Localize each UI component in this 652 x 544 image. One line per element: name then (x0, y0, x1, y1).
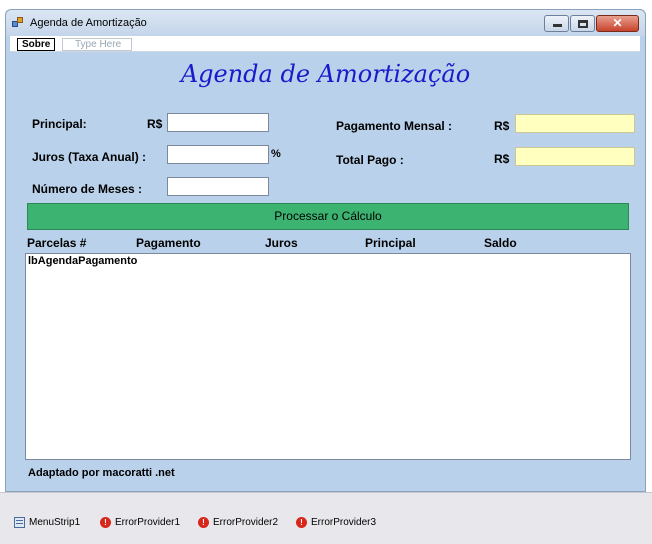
form-window[interactable]: Agenda de Amortização ✕ Sobre Type Here … (5, 9, 646, 492)
pagamento-label: Pagamento Mensal : (336, 119, 453, 133)
credit-label: Adaptado por macoratti .net (28, 467, 175, 479)
principal-label: Principal: (32, 117, 87, 131)
page-title: Agenda de Amortização (180, 60, 471, 88)
total-output (515, 147, 635, 166)
window-controls: ✕ (543, 15, 639, 32)
designer-surface: Agenda de Amortização ✕ Sobre Type Here … (0, 0, 652, 492)
meses-input[interactable] (167, 177, 269, 196)
error-icon: ! (198, 517, 209, 528)
window-title: Agenda de Amortização (30, 17, 147, 29)
title-bar[interactable]: Agenda de Amortização ✕ (6, 10, 645, 36)
menu-item-sobre[interactable]: Sobre (17, 38, 56, 51)
column-header-pagamento: Pagamento (136, 236, 201, 250)
minimize-button[interactable] (544, 15, 569, 32)
error-icon: ! (296, 517, 307, 528)
process-button[interactable]: Processar o Cálculo (27, 203, 629, 230)
meses-label: Número de Meses : (32, 182, 143, 196)
menu-strip: Sobre Type Here (10, 36, 640, 52)
app-icon (12, 17, 24, 29)
tray-item-label: ErrorProvider3 (311, 517, 377, 528)
close-icon: ✕ (612, 16, 623, 30)
juros-label: Juros (Taxa Anual) : (32, 150, 147, 164)
column-header-saldo: Saldo (484, 236, 517, 250)
pagamento-currency: R$ (494, 119, 510, 133)
tray-item-label: ErrorProvider1 (115, 517, 181, 528)
tray-item-errorprovider1[interactable]: ! ErrorProvider1 (100, 517, 180, 528)
tray-item-label: ErrorProvider2 (213, 517, 279, 528)
maximize-button[interactable] (570, 15, 595, 32)
schedule-listbox[interactable]: lbAgendaPagamento (25, 253, 631, 460)
tray-item-menustrip[interactable]: MenuStrip1 (14, 517, 80, 528)
juros-input[interactable] (167, 145, 269, 164)
listbox-name: lbAgendaPagamento (28, 255, 138, 267)
column-header-principal: Principal (365, 236, 416, 250)
principal-input[interactable] (167, 113, 269, 132)
menu-type-here[interactable]: Type Here (62, 38, 132, 51)
minimize-icon (553, 24, 562, 27)
tray-item-label: MenuStrip1 (29, 517, 81, 528)
maximize-icon (578, 20, 588, 28)
tray-item-errorprovider2[interactable]: ! ErrorProvider2 (198, 517, 278, 528)
menustrip-icon (14, 517, 25, 528)
column-header-parcelas: Parcelas # (27, 236, 87, 250)
juros-unit: % (271, 148, 281, 160)
component-tray: MenuStrip1 ! ErrorProvider1 ! ErrorProvi… (0, 492, 652, 544)
total-label: Total Pago : (336, 153, 404, 167)
tray-item-errorprovider3[interactable]: ! ErrorProvider3 (296, 517, 376, 528)
pagamento-output (515, 114, 635, 133)
column-header-juros: Juros (265, 236, 298, 250)
error-icon: ! (100, 517, 111, 528)
total-currency: R$ (494, 152, 510, 166)
close-button[interactable]: ✕ (596, 15, 639, 32)
principal-currency: R$ (147, 117, 163, 131)
